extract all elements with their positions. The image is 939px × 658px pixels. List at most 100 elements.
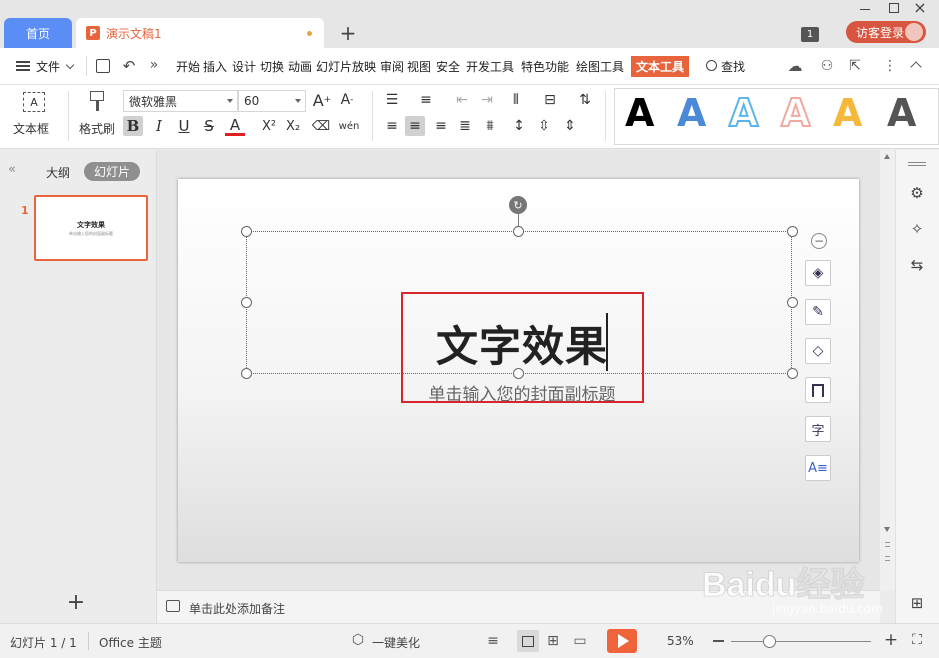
export-icon[interactable]: ⇱ (847, 57, 863, 75)
decrease-font-icon[interactable]: A- (337, 90, 357, 110)
format-painter-label[interactable]: 格式刷 (79, 120, 115, 137)
eraser-icon[interactable]: ⌫ (311, 116, 331, 136)
strikethrough-button[interactable]: S (199, 116, 219, 136)
menu-tab-10[interactable]: 特色功能 (521, 58, 569, 75)
pen-style-icon[interactable]: ✎ (805, 299, 831, 325)
add-slide-icon[interactable]: + (66, 590, 86, 615)
font-color-button[interactable]: A (225, 116, 245, 136)
slide[interactable]: ↻ 文字效果 单击输入您的封面副标题 − ◈ ✎ ◇ 字 A≡ (178, 179, 859, 562)
menu-tab-6[interactable]: 审阅 (380, 58, 404, 75)
tab-home[interactable]: 首页 (4, 18, 72, 48)
window-count-badge[interactable]: 1 (801, 27, 819, 42)
new-tab-plus-icon[interactable]: + (338, 21, 358, 45)
drag-grip-icon[interactable] (908, 162, 926, 163)
menu-tab-7[interactable]: 视图 (407, 58, 431, 75)
prev-slide-icon[interactable] (885, 542, 890, 547)
italic-button[interactable]: I (149, 116, 169, 136)
textbox-icon[interactable]: A (23, 92, 45, 112)
zoom-slider-track[interactable] (731, 641, 871, 642)
menu-tab-1[interactable]: 插入 (203, 58, 227, 75)
superscript-button[interactable]: X² (259, 116, 279, 136)
fill-icon[interactable]: ◇ (805, 338, 831, 364)
zoom-level[interactable]: 53% (667, 634, 694, 648)
slide-thumbnail[interactable]: 文字效果 单击输入您的封面副标题 (34, 195, 148, 261)
phonetic-button[interactable]: wén (336, 116, 362, 136)
tab-outline[interactable]: 大纲 (46, 164, 70, 181)
property-settings-icon[interactable]: ⚙ (908, 184, 926, 202)
scroll-down-icon[interactable] (884, 527, 890, 532)
zoom-slider-thumb[interactable] (763, 635, 776, 648)
file-menu[interactable]: 文件 (36, 58, 60, 75)
search-label[interactable]: 查找 (721, 58, 745, 75)
share-user-icon[interactable]: ⚇ (819, 57, 835, 75)
cloud-icon[interactable]: ☁ (785, 57, 805, 75)
scroll-up-icon[interactable] (884, 154, 890, 159)
rotate-handle-icon[interactable]: ↻ (509, 196, 527, 214)
login-button[interactable]: 访客登录 (846, 21, 926, 43)
zoom-in-icon[interactable]: + (883, 630, 899, 650)
minimize-icon[interactable] (860, 9, 870, 10)
resize-handle[interactable] (787, 226, 798, 237)
close-icon[interactable]: × (912, 0, 928, 17)
search-icon[interactable] (706, 60, 717, 71)
collapse-ribbon-icon[interactable] (910, 61, 922, 73)
bold-button[interactable]: B (123, 116, 143, 136)
vertical-scrollbar[interactable] (880, 150, 895, 590)
more-vertical-icon[interactable]: ⋮ (883, 57, 897, 75)
increase-font-icon[interactable]: A + (312, 90, 332, 110)
menu-tab-2[interactable]: 设计 (232, 58, 256, 75)
menu-tab-0[interactable]: 开始 (176, 58, 200, 75)
text-style-black[interactable]: A (625, 91, 654, 135)
layers-icon[interactable]: ◈ (805, 260, 831, 286)
menu-tab-8[interactable]: 安全 (436, 58, 460, 75)
animation-icon[interactable]: ✧ (908, 220, 926, 238)
line-spacing-icon[interactable]: ↕ (509, 116, 529, 136)
paragraph-spacing-icon[interactable]: ⇳ (534, 116, 554, 136)
fit-window-icon[interactable]: ⛶ (908, 631, 926, 649)
menu-tab-text-tools[interactable]: 文本工具 (631, 56, 690, 77)
font-size-select[interactable]: 60 (238, 90, 306, 112)
resize-handle[interactable] (787, 368, 798, 379)
resize-handle[interactable] (241, 226, 252, 237)
notes-bar[interactable]: 单击此处添加备注 Baidu经验 jingyan.baidu.com (157, 566, 883, 623)
text-style-light-blue-outline[interactable]: A (728, 90, 759, 136)
slide-sorter-icon[interactable]: ⊞ (544, 632, 562, 650)
grid-view-icon[interactable]: ⊞ (908, 594, 926, 612)
text-style-orange[interactable]: A (833, 91, 862, 135)
text-style-pink-outline[interactable]: A (780, 90, 811, 136)
subscript-button[interactable]: X₂ (283, 116, 303, 136)
beautify-icon[interactable]: ⬡ (350, 632, 366, 648)
resize-handle[interactable] (241, 297, 252, 308)
distribute-icon[interactable]: ⩩ (480, 116, 500, 136)
next-slide-icon[interactable] (885, 556, 890, 561)
maximize-icon[interactable] (889, 3, 899, 13)
font-name-select[interactable]: 微软雅黑 (123, 90, 238, 112)
hamburger-icon[interactable] (16, 61, 30, 71)
outline-icon[interactable] (805, 377, 831, 403)
resize-handle[interactable] (787, 297, 798, 308)
increase-indent-icon[interactable]: ⇥ (477, 90, 497, 110)
bullet-list-icon[interactable]: ☰ (382, 90, 402, 110)
text-style-blue[interactable]: A (677, 91, 706, 135)
text-wrap-icon[interactable]: 字 (805, 416, 831, 442)
align-right-icon[interactable]: ≡ (431, 116, 451, 136)
menu-tab-5[interactable]: 幻灯片放映 (316, 58, 376, 75)
align-text-icon[interactable]: ⊟ (540, 90, 560, 110)
menu-tab-11[interactable]: 绘图工具 (576, 58, 624, 75)
tab-document[interactable]: P 演示文稿1 (76, 18, 324, 48)
collapse-panel-icon[interactable]: « (5, 162, 19, 177)
format-painter-icon[interactable] (88, 91, 106, 113)
beautify-button[interactable]: 一键美化 (372, 634, 420, 651)
underline-button[interactable]: U (174, 116, 194, 136)
more-arrows-icon[interactable]: » (147, 56, 161, 74)
spacing-options-icon[interactable]: ⇕ (560, 116, 580, 136)
textbox-label[interactable]: 文本框 (13, 120, 49, 137)
columns-icon[interactable]: ⫴ (506, 90, 526, 110)
zoom-out-icon[interactable] (713, 640, 724, 642)
chevron-down-icon[interactable] (65, 60, 75, 70)
reading-view-icon[interactable]: ▭ (571, 632, 589, 650)
justify-icon[interactable]: ≣ (455, 116, 475, 136)
resize-handle[interactable] (513, 226, 524, 237)
numbered-list-icon[interactable]: ≡ (416, 90, 436, 110)
menu-tab-9[interactable]: 开发工具 (466, 58, 514, 75)
